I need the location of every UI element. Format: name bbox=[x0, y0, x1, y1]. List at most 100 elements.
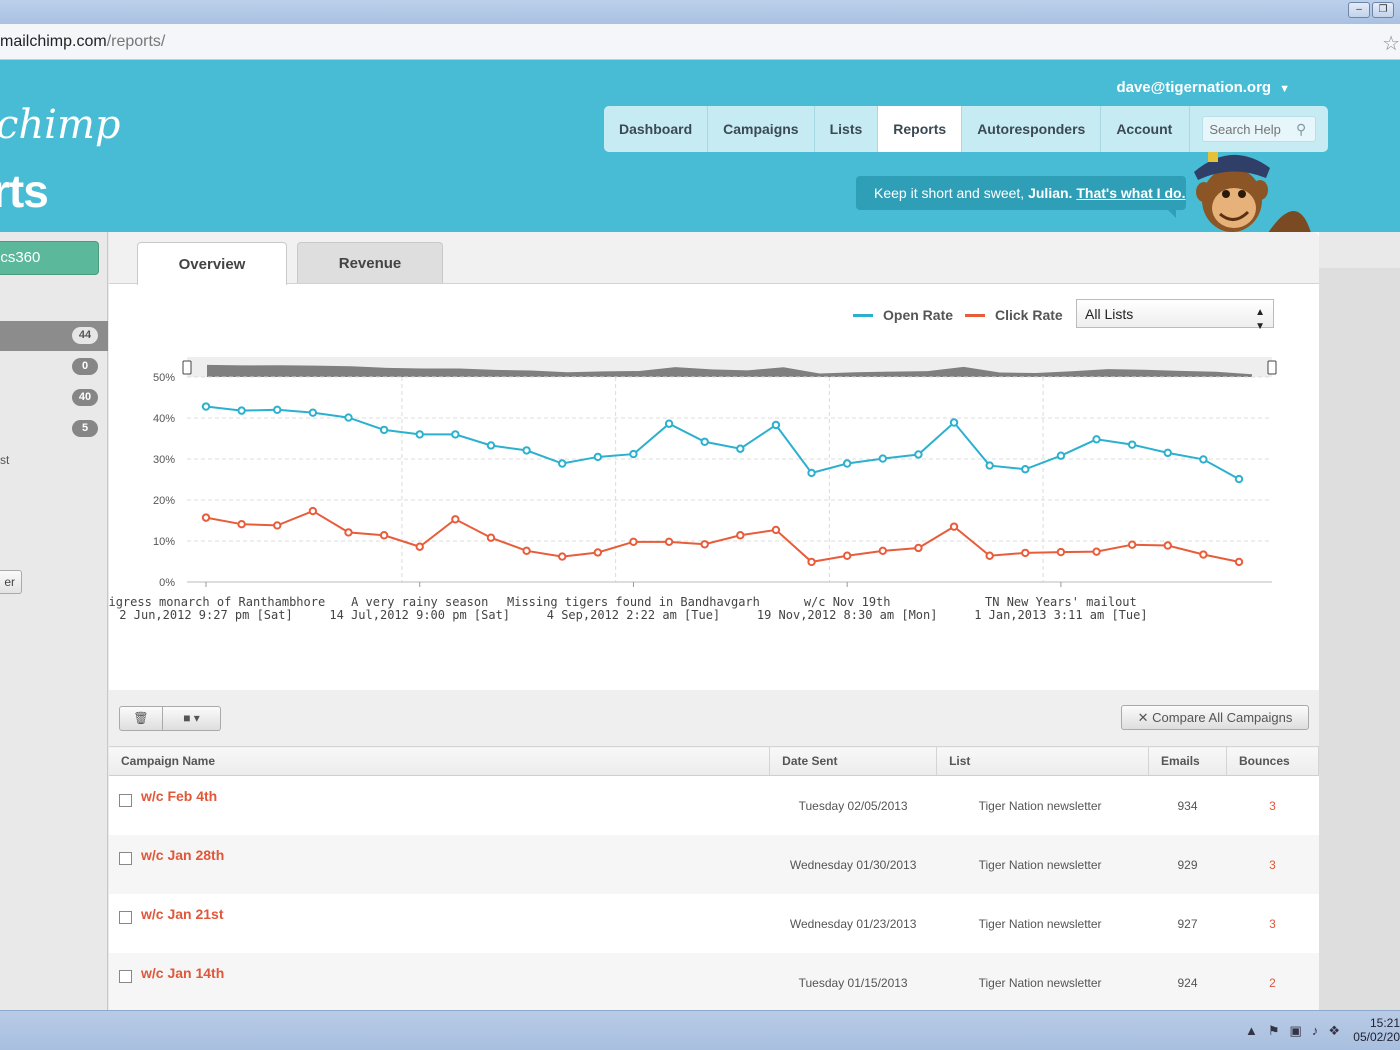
open-rate-point bbox=[379, 425, 389, 435]
bounces-count[interactable]: 3 bbox=[1227, 776, 1319, 835]
navigator-handle-right bbox=[1267, 360, 1277, 375]
sidebar-small-button[interactable]: er bbox=[0, 570, 22, 594]
trash-icon[interactable]: 🗑 bbox=[119, 706, 163, 731]
nav-dashboard[interactable]: Dashboard bbox=[604, 106, 709, 152]
campaign-link[interactable]: w/c Jan 28th bbox=[141, 847, 224, 863]
open-rate-point bbox=[664, 419, 674, 428]
minimize-icon[interactable]: – bbox=[1348, 2, 1370, 18]
open-rate-point bbox=[985, 461, 994, 470]
legend-click-rate[interactable]: Click Rate bbox=[965, 307, 1063, 323]
open-rate-point bbox=[629, 449, 638, 459]
tip-link[interactable]: That's what I do. bbox=[1076, 185, 1185, 201]
os-taskbar: ▲ ⚑ ▣ ♪ ❖ 15:21 05/02/20 bbox=[0, 1010, 1400, 1050]
click-rate-point bbox=[700, 540, 709, 549]
click-rate-point bbox=[593, 548, 603, 557]
click-rate-point bbox=[771, 525, 781, 535]
row-checkbox[interactable] bbox=[119, 970, 132, 984]
table-row[interactable]: w/c Jan 14th Tuesday 01/15/2013 Tiger Na… bbox=[109, 952, 1319, 1012]
col-date-sent[interactable]: Date Sent bbox=[769, 746, 938, 776]
navigator-handle-left bbox=[182, 360, 192, 375]
network-icon[interactable]: ▣ bbox=[1290, 1023, 1302, 1039]
col-campaign-name[interactable]: Campaign Name bbox=[109, 746, 771, 776]
click-rate-point bbox=[629, 537, 638, 547]
x-tick-label: A very rainy season bbox=[351, 595, 488, 609]
open-rate-point bbox=[771, 420, 781, 430]
sidebar-item-3[interactable]: 40 bbox=[0, 383, 108, 413]
sidebar-text-fragment: st bbox=[0, 453, 10, 467]
bounces-count[interactable]: 2 bbox=[1226, 952, 1319, 1012]
col-bounces[interactable]: Bounces bbox=[1226, 746, 1319, 776]
compare-all-campaigns-button[interactable]: ✕ Compare All Campaigns bbox=[1121, 705, 1309, 730]
address-bar[interactable]: mailchimp.com/reports/ ☆ bbox=[0, 24, 1400, 60]
sidebar-item-all[interactable]: 44 bbox=[0, 321, 108, 351]
page-background-strip bbox=[1319, 268, 1400, 1010]
nav-account[interactable]: Account ▾ bbox=[1101, 106, 1191, 152]
date-sent: Tuesday 02/05/2013 bbox=[798, 799, 908, 813]
list-filter-select[interactable]: All Lists ▲ ▼ bbox=[1076, 299, 1274, 332]
user-menu[interactable]: dave@tigernation.org ▼ bbox=[1116, 79, 1290, 96]
y-tick-label: 50% bbox=[153, 372, 175, 384]
search-icon[interactable]: ⚲ bbox=[1296, 121, 1306, 138]
bookmark-star-icon[interactable]: ☆ bbox=[1382, 31, 1400, 56]
nav-campaigns[interactable]: Campaigns bbox=[708, 106, 815, 152]
sidebar-item-2[interactable]: 0 bbox=[0, 352, 108, 382]
count-badge: 44 bbox=[72, 327, 98, 344]
table-row[interactable]: w/c Jan 21st Wednesday 01/23/2013 Tiger … bbox=[109, 894, 1319, 953]
bounces-count[interactable]: 3 bbox=[1226, 834, 1319, 894]
sidebar-item-4[interactable]: 5 bbox=[0, 414, 108, 444]
volume-icon[interactable]: ♪ bbox=[1312, 1023, 1319, 1039]
tab-revenue[interactable]: Revenue bbox=[297, 242, 443, 283]
window-titlebar: – ❐ bbox=[0, 0, 1400, 24]
click-rate-point bbox=[807, 557, 816, 567]
click-rate-point bbox=[842, 551, 852, 560]
date-sent: Wednesday 01/23/2013 bbox=[789, 916, 917, 931]
action-center-flag-icon[interactable]: ⚑ bbox=[1268, 1023, 1280, 1039]
app-tray-icon[interactable]: ❖ bbox=[1328, 1023, 1340, 1039]
open-rate-point bbox=[736, 444, 745, 453]
bounces-count[interactable]: 3 bbox=[1227, 894, 1319, 953]
campaign-rate-chart: 0% 10% 20% 30% 40% 50% e tigress monarch of Ra… bbox=[109, 357, 1277, 622]
click-rate-point bbox=[308, 506, 318, 516]
show-hidden-icons-icon[interactable]: ▲ bbox=[1245, 1023, 1258, 1039]
url-text[interactable]: mailchimp.com/reports/ bbox=[0, 33, 165, 51]
x-tick-label: Missing tigers found in Bandhavgarh bbox=[507, 595, 760, 609]
system-tray: ▲ ⚑ ▣ ♪ ❖ bbox=[1245, 1023, 1340, 1039]
table-row[interactable]: w/c Feb 4th Tuesday 02/05/2013 Tiger Nat… bbox=[109, 776, 1319, 835]
campaign-link[interactable]: w/c Jan 21st bbox=[141, 906, 224, 922]
click-rate-point bbox=[237, 519, 246, 529]
campaign-table: Campaign Name Date Sent List Emails Boun… bbox=[109, 746, 1319, 1012]
restore-icon[interactable]: ❐ bbox=[1372, 2, 1394, 18]
campaign-link[interactable]: w/c Feb 4th bbox=[141, 788, 217, 804]
click-rate-point bbox=[273, 521, 282, 530]
open-rate-point bbox=[415, 430, 424, 439]
open-rate-point bbox=[522, 446, 531, 455]
y-tick-label: 10% bbox=[153, 536, 175, 548]
nav-reports[interactable]: Reports bbox=[878, 106, 963, 152]
count-badge: 5 bbox=[72, 420, 98, 437]
tab-overview[interactable]: Overview bbox=[137, 242, 287, 285]
row-checkbox[interactable] bbox=[119, 911, 132, 925]
plot-area bbox=[187, 377, 1272, 582]
campaign-link[interactable]: w/c Jan 14th bbox=[141, 965, 224, 981]
click-rate-point bbox=[415, 542, 424, 551]
row-checkbox[interactable] bbox=[119, 852, 132, 866]
col-emails[interactable]: Emails bbox=[1148, 746, 1227, 776]
emails-count: 934 bbox=[1177, 799, 1198, 813]
open-rate-point bbox=[1234, 474, 1244, 484]
open-rate-point bbox=[201, 402, 211, 411]
click-rate-point bbox=[736, 531, 745, 540]
system-clock[interactable]: 15:21 05/02/20 bbox=[1353, 1016, 1400, 1044]
legend-open-rate[interactable]: Open Rate bbox=[853, 307, 953, 323]
table-row[interactable]: w/c Jan 28th Wednesday 01/30/2013 Tiger … bbox=[109, 834, 1319, 894]
open-rate-swatch bbox=[853, 313, 873, 317]
open-rate-point bbox=[1056, 451, 1066, 460]
integration-button[interactable]: ics360 bbox=[0, 241, 99, 275]
emails-count: 924 bbox=[1148, 952, 1227, 1012]
col-list[interactable]: List bbox=[936, 746, 1150, 776]
nav-autoresponders[interactable]: Autoresponders bbox=[962, 106, 1102, 152]
mailchimp-logo[interactable]: chimp bbox=[0, 102, 121, 148]
row-checkbox[interactable] bbox=[119, 793, 132, 807]
nav-lists[interactable]: Lists bbox=[815, 106, 879, 152]
click-rate-point bbox=[949, 522, 959, 531]
folder-icon[interactable]: ■ ▾ bbox=[163, 706, 221, 731]
